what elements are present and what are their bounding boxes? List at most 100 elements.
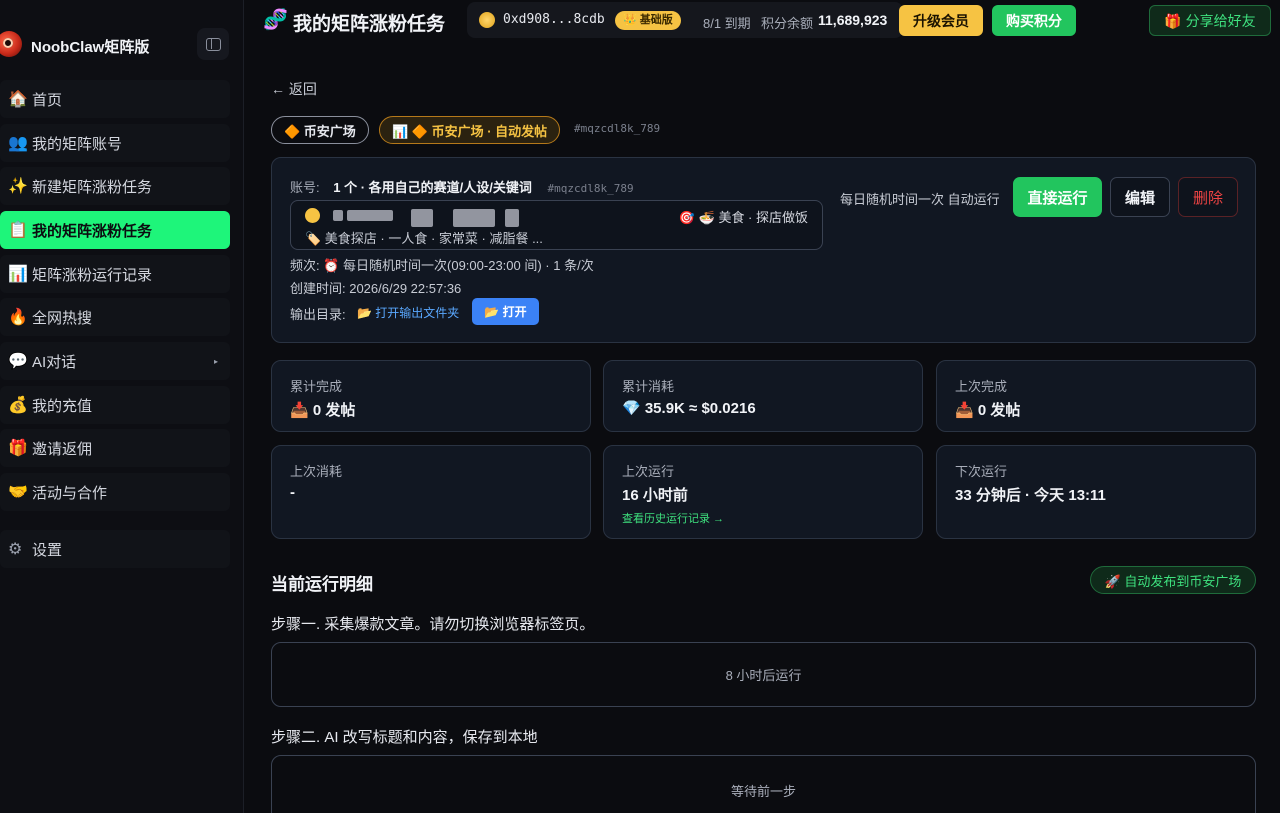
task-id: #mqzcdl8k_789 [574,122,661,135]
money-bag-icon: 💰 [8,397,28,414]
stat-value: 33 分钟后 · 今天 13:11 [955,487,1106,504]
speech-bubble-icon: 💬 [8,353,28,370]
sidebar-item-home[interactable]: 🏠 首页 [0,80,230,118]
section-title: 当前运行明细 [271,575,373,594]
caret-right-icon: ▸ [213,356,218,366]
step-status-box: 等待前一步 [271,755,1256,813]
account-hash: #mqzcdl8k_789 [547,182,634,195]
sidebar-item-label: 我的充值 [32,397,93,415]
created-time: 创建时间: 2026/6/29 22:57:36 [290,281,462,296]
step-status: 等待前一步 [730,783,796,799]
sidebar: NoobClaw矩阵版 🏠 首页 👥 我的矩阵账号 ✨ 新建矩阵涨粉任务 📋 我… [0,0,244,813]
sliders-icon: ⚙ [8,541,23,558]
auto-publish-button[interactable]: 🚀 自动发布到币安广场 [1090,566,1256,594]
stat-card-last-run: 上次运行 16 小时前 查看历史运行记录 → [603,445,923,539]
sidebar-collapse-button[interactable] [197,28,229,60]
history-link[interactable]: 查看历史运行记录 → [622,510,724,526]
stat-value: 16 小时前 [622,487,688,504]
frequency: 频次: ⏰ 每日随机时间一次(09:00-23:00 间) · 1 条/次 [290,258,594,273]
redacted-text [333,210,343,221]
sidebar-item-my-tasks[interactable]: 📋 我的矩阵涨粉任务 [0,211,230,249]
balance-value: 11,689,923 [818,12,888,28]
redacted-text [347,210,393,221]
stat-card-total-cost: 累计消耗 💎 35.9K ≈ $0.0216 [603,360,923,432]
step-title: 步骤二. AI 改写标题和内容，保存到本地 [271,729,538,746]
open-folder-button[interactable]: 📂 打开 [472,298,539,325]
sidebar-item-label: 新建矩阵涨粉任务 [32,178,153,196]
fire-icon: 🔥 [8,309,28,326]
delete-button[interactable]: 删除 [1178,177,1238,217]
step-status: 8 小时后运行 [725,668,802,683]
clipboard-icon: 📋 [8,222,28,239]
coin-icon [479,12,495,28]
page-title: 我的矩阵涨粉任务 [293,14,446,35]
wallet-panel: 0xd908...8cdb 👑 基础版 8/1 到期 积分余额 11,689,9… [467,2,903,38]
stat-label: 下次运行 [955,464,1008,479]
sidebar-item-settings[interactable]: ⚙ 设置 [0,530,230,568]
account-value: 1 个 · 各用自己的赛道/人设/关键词 [333,180,532,195]
stat-card-last-completed: 上次完成 📥 0 发帖 [936,360,1256,432]
sidebar-item-run-records[interactable]: 📊 矩阵涨粉运行记录 [0,255,230,293]
sidebar-item-label: 邀请返佣 [32,440,93,458]
stat-value: 📥 0 发帖 [955,402,1021,419]
account-row: 账号: 1 个 · 各用自己的赛道/人设/关键词 #mqzcdl8k_789 [290,177,634,196]
tier-badge: 👑 基础版 [615,11,681,30]
stat-card-next-run: 下次运行 33 分钟后 · 今天 13:11 [936,445,1256,539]
edit-button[interactable]: 编辑 [1110,177,1170,217]
brand-logo-icon [0,31,22,57]
stat-label: 累计完成 [290,379,343,394]
handshake-icon: 🤝 [8,484,28,501]
platform-tag[interactable]: 🔶 币安广场 [271,116,369,144]
stat-card-total-completed: 累计完成 📥 0 发帖 [271,360,591,432]
redacted-text [411,209,433,227]
sidebar-item-ai-chat[interactable]: 💬 AI对话 ▸ [0,342,230,380]
run-now-button[interactable]: 直接运行 [1013,177,1102,217]
output-dir-label: 输出目录: [290,307,346,322]
schedule-text: 每日随机时间一次 自动运行 [840,192,1000,207]
sidebar-item-matrix-accounts[interactable]: 👥 我的矩阵账号 [0,124,230,162]
expire-date: 8/1 到期 [703,16,751,31]
stat-card-last-cost: 上次消耗 - [271,445,591,539]
sidebar-item-label: 首页 [32,91,63,109]
buy-credits-button[interactable]: 购买积分 [992,5,1076,36]
sidebar-item-activities[interactable]: 🤝 活动与合作 [0,473,230,511]
account-tags: 🎯 🍜 美食 · 探店做饭 [678,210,808,225]
house-icon: 🏠 [8,91,28,108]
sidebar-item-label: AI对话 [32,353,77,371]
sparkles-icon: ✨ [8,178,28,195]
account-label: 账号: [290,180,320,195]
upgrade-button[interactable]: 升级会员 [899,5,983,36]
sidebar-item-recharge[interactable]: 💰 我的充值 [0,386,230,424]
share-button[interactable]: 🎁 分享给好友 [1149,5,1271,36]
task-type-tag[interactable]: 📊 🔶 币安广场 · 自动发帖 [379,116,561,144]
account-avatar-icon [305,208,320,223]
balance-label: 积分余额 [761,16,814,31]
redacted-text [453,209,495,227]
top-bar: 🧬 我的矩阵涨粉任务 0xd908...8cdb 👑 基础版 8/1 到期 积分… [245,0,1280,40]
dna-icon: 🧬 [263,9,288,31]
step-title: 步骤一. 采集爆款文章。请勿切换浏览器标签页。 [271,616,595,633]
task-card: 账号: 1 个 · 各用自己的赛道/人设/关键词 #mqzcdl8k_789 🎯… [271,157,1256,343]
sidebar-item-trending[interactable]: 🔥 全网热搜 [0,298,230,336]
open-output-folder-link[interactable]: 📂 打开输出文件夹 [357,304,459,321]
sidebar-toggle-icon [205,37,221,51]
account-description: 🏷️ 美食探店 · 一人食 · 家常菜 · 减脂餐 ... [305,231,543,246]
stat-value: 📥 0 发帖 [290,402,356,419]
sidebar-item-label: 我的矩阵涨粉任务 [32,222,153,240]
sidebar-item-label: 设置 [32,541,63,559]
sidebar-item-label: 全网热搜 [32,309,93,327]
sidebar-item-referral[interactable]: 🎁 邀请返佣 [0,429,230,467]
redacted-text [505,209,519,227]
step-status-box: 8 小时后运行 [271,642,1256,707]
stat-label: 上次消耗 [290,464,343,479]
sidebar-item-new-task[interactable]: ✨ 新建矩阵涨粉任务 [0,167,230,205]
bar-chart-icon: 📊 [8,266,28,283]
sidebar-item-label: 活动与合作 [32,484,108,502]
stat-label: 上次完成 [955,379,1008,394]
back-link[interactable]: ← 返回 [271,79,317,99]
users-icon: 👥 [8,135,28,152]
wallet-address[interactable]: 0xd908...8cdb [503,12,605,27]
stat-label: 上次运行 [622,464,675,479]
account-entry[interactable]: 🎯 🍜 美食 · 探店做饭 🏷️ 美食探店 · 一人食 · 家常菜 · 减脂餐 … [290,200,823,250]
gift-icon: 🎁 [8,440,28,457]
